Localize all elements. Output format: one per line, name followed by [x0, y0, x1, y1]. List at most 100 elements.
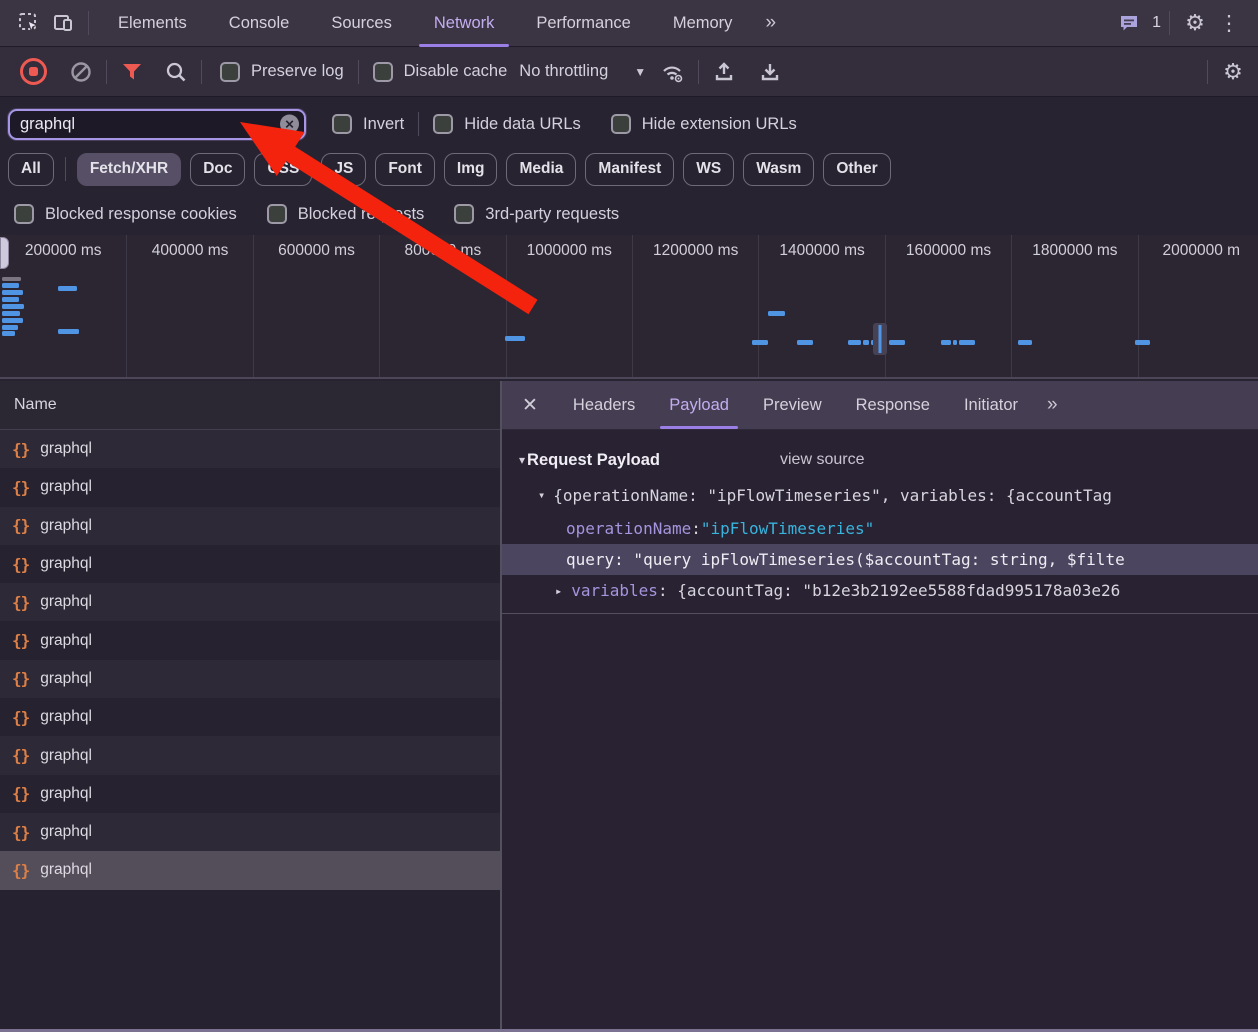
hide-extension-urls-checkbox[interactable]: Hide extension URLs — [610, 114, 797, 134]
type-chip-media[interactable]: Media — [506, 152, 577, 186]
request-row[interactable]: {} graphql — [0, 812, 500, 852]
preserve-log-label: Preserve log — [251, 62, 344, 80]
device-toolbar-icon[interactable] — [46, 6, 80, 40]
request-row[interactable]: {} graphql — [0, 621, 500, 660]
name-column-header[interactable]: Name — [0, 381, 500, 430]
disable-cache-checkbox[interactable]: Disable cache — [372, 61, 507, 82]
record-network-log-icon[interactable] — [16, 55, 50, 89]
type-chip-manifest[interactable]: Manifest — [585, 152, 675, 186]
request-row[interactable]: {} graphql — [0, 736, 500, 775]
payload-variables-row[interactable]: ▸ variables: {accountTag: "b12e3b2192ee5… — [502, 575, 1258, 606]
request-row[interactable]: {} graphql — [0, 506, 500, 545]
3rd-party-requests-checkbox[interactable]: 3rd-party requests — [454, 204, 619, 224]
close-detail-icon[interactable]: ✕ — [502, 381, 556, 429]
checkbox-box[interactable] — [14, 204, 34, 224]
request-row[interactable]: {} graphql — [0, 583, 500, 622]
request-type-chips: All Fetch/XHR Doc CSS JS Font Img Media Manifest… — [0, 148, 1258, 190]
request-row[interactable]: {} graphql — [0, 544, 500, 584]
blocked-requests-checkbox[interactable]: Blocked requests — [266, 204, 424, 224]
json-braces-icon: {} — [12, 860, 30, 880]
filter-funnel-icon[interactable] — [115, 55, 149, 89]
main-tab-sources[interactable]: Sources — [310, 0, 413, 47]
checkbox-box[interactable] — [372, 61, 393, 82]
main-tab-console[interactable]: Console — [208, 0, 311, 47]
collapse-triangle-icon[interactable]: ▾ — [519, 453, 525, 467]
type-chip-font[interactable]: Font — [375, 152, 435, 186]
checkbox-box[interactable] — [266, 204, 287, 224]
clear-filter-icon[interactable]: ✕ — [280, 114, 299, 134]
main-tab-elements[interactable]: Elements — [97, 0, 208, 47]
search-icon[interactable] — [159, 55, 193, 89]
invert-checkbox[interactable]: Invert — [332, 114, 404, 134]
type-chip-wasm[interactable]: Wasm — [743, 152, 815, 186]
checkbox-box[interactable] — [433, 114, 454, 134]
hide-data-urls-checkbox[interactable]: Hide data URLs — [433, 114, 581, 134]
more-detail-tabs-icon[interactable]: » — [1035, 381, 1068, 429]
kebab-menu-icon[interactable]: ⋮ — [1212, 6, 1246, 40]
waterfall-bar — [1018, 340, 1032, 345]
detail-tab-initiator[interactable]: Initiator — [947, 381, 1035, 429]
clear-network-log-icon[interactable] — [64, 55, 98, 89]
network-settings-gear-icon[interactable]: ⚙ — [1216, 55, 1250, 89]
timeline-scrubber[interactable] — [873, 323, 887, 355]
expand-triangle-icon[interactable]: ▾ — [538, 488, 545, 502]
payload-operation-name-row[interactable]: operationName: "ipFlowTimeseries" — [502, 513, 1258, 544]
type-chip-css[interactable]: CSS — [254, 152, 313, 186]
request-name-label: graphql — [40, 478, 92, 496]
main-tab-performance[interactable]: Performance — [515, 0, 651, 47]
checkbox-box[interactable] — [332, 114, 352, 134]
filter-input[interactable]: graphql ✕ — [8, 108, 306, 140]
network-overview-timeline[interactable]: 200000 ms 400000 ms 600000 ms 800000 ms 1000… — [0, 235, 1258, 379]
blocked-response-cookies-checkbox[interactable]: Blocked response cookies — [14, 204, 237, 224]
expand-triangle-icon[interactable]: ▸ — [555, 584, 562, 598]
toolbar-divider — [1169, 11, 1170, 35]
json-braces-icon: {} — [12, 439, 30, 459]
detail-tab-headers[interactable]: Headers — [556, 381, 652, 429]
more-tabs-icon[interactable]: » — [753, 12, 786, 34]
type-chip-js[interactable]: JS — [321, 152, 367, 186]
payload-separator — [502, 613, 1258, 614]
detail-tab-response[interactable]: Response — [839, 381, 947, 429]
type-chip-all[interactable]: All — [8, 152, 54, 186]
checkbox-box[interactable] — [454, 204, 475, 224]
type-chip-fetchxhr[interactable]: Fetch/XHR — [76, 152, 182, 186]
request-row[interactable]: {} graphql — [0, 430, 500, 469]
main-tab-memory[interactable]: Memory — [652, 0, 754, 47]
checkbox-box[interactable] — [610, 114, 631, 134]
request-row[interactable]: {} graphql — [0, 468, 500, 507]
invert-label: Invert — [363, 114, 405, 133]
settings-gear-icon[interactable]: ⚙ — [1178, 6, 1212, 40]
inspect-element-icon[interactable] — [12, 6, 46, 40]
messages-icon[interactable] — [1112, 6, 1146, 40]
type-chip-other[interactable]: Other — [823, 152, 891, 186]
filter-input-value: graphql — [20, 114, 76, 133]
json-braces-icon: {} — [12, 822, 30, 842]
detail-tab-payload[interactable]: Payload — [652, 381, 746, 429]
request-name-label: graphql — [40, 440, 92, 458]
waterfall-bar — [2, 325, 18, 330]
request-row[interactable]: {} graphql — [0, 851, 500, 890]
preserve-log-checkbox[interactable]: Preserve log — [220, 61, 344, 82]
main-tab-network[interactable]: Network — [413, 0, 516, 47]
request-payload-title: Request Payload — [527, 450, 660, 469]
payload-query-row-selected[interactable]: query: "query ipFlowTimeseries($accountT… — [502, 544, 1258, 575]
payload-root-row[interactable]: ▾ {operationName: "ipFlowTimeseries", va… — [502, 477, 1258, 513]
request-row[interactable]: {} graphql — [0, 659, 500, 699]
waterfall-bar — [2, 283, 19, 288]
checkbox-box[interactable] — [220, 61, 240, 82]
export-har-icon[interactable] — [753, 55, 787, 89]
request-row[interactable]: {} graphql — [0, 774, 500, 813]
panel-split-divider[interactable] — [500, 381, 502, 1032]
network-conditions-icon[interactable] — [656, 55, 690, 89]
request-row[interactable]: {} graphql — [0, 698, 500, 737]
overview-drag-handle[interactable] — [0, 237, 9, 269]
timeline-column: 1600000 ms — [884, 235, 1011, 377]
throttling-select[interactable]: No throttling ▼ — [519, 62, 646, 81]
type-chip-ws[interactable]: WS — [683, 152, 735, 186]
type-chip-img[interactable]: Img — [443, 152, 498, 186]
type-chip-doc[interactable]: Doc — [190, 152, 246, 186]
import-har-icon[interactable] — [707, 55, 741, 89]
detail-tab-preview[interactable]: Preview — [746, 381, 839, 429]
waterfall-bar — [797, 340, 813, 345]
view-source-link[interactable]: view source — [780, 451, 864, 469]
